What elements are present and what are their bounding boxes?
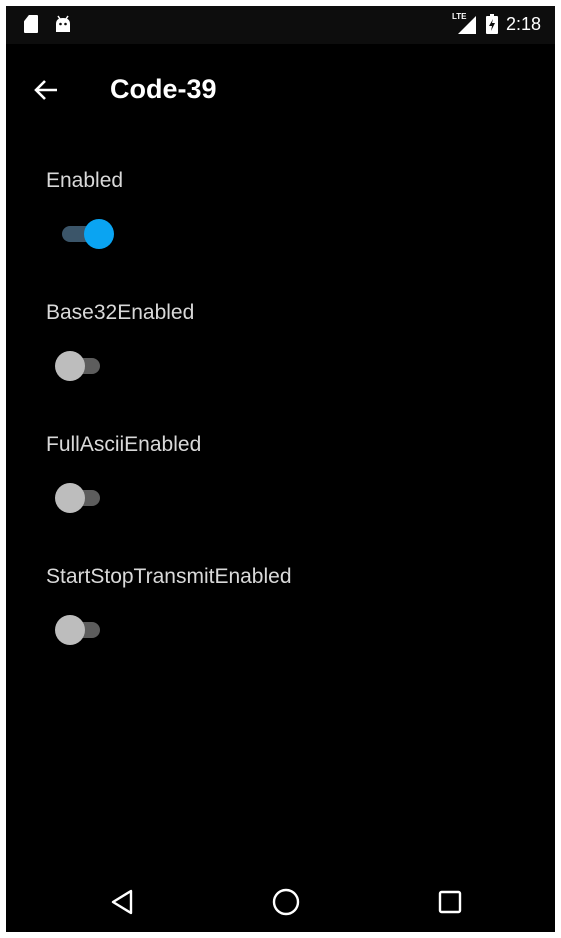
setting-enabled: Enabled [46, 166, 526, 298]
page-title: Code-39 [110, 74, 217, 104]
switch-thumb [55, 483, 85, 513]
lte-signal-icon: LTE [452, 12, 478, 36]
setting-start-stop-transmit-enabled: StartStopTransmitEnabled [46, 562, 526, 694]
status-right-icons: LTE 2:18 [452, 12, 541, 36]
sd-card-icon [24, 15, 38, 33]
enabled-switch[interactable] [50, 216, 114, 252]
circle-home-icon [272, 888, 300, 916]
back-button[interactable] [26, 70, 66, 110]
setting-label: FullAsciiEnabled [46, 433, 202, 456]
setting-label: Enabled [46, 169, 124, 192]
app-bar: Code-39 [6, 44, 555, 126]
app-screen: LTE 2:18 Code-39 Enabled Base32Enabled F… [6, 6, 555, 932]
arrow-left-icon [34, 80, 57, 100]
status-clock: 2:18 [505, 13, 541, 34]
settings-list: Enabled Base32Enabled FullAsciiEnabled S… [46, 166, 526, 694]
setting-label: StartStopTransmitEnabled [46, 565, 292, 588]
nav-back-button[interactable] [100, 880, 144, 924]
setting-label: Base32Enabled [46, 301, 195, 324]
status-left-icons [24, 15, 72, 33]
start-stop-transmit-enabled-switch[interactable] [50, 612, 106, 648]
battery-charging-icon [485, 14, 498, 34]
switch-thumb [55, 351, 85, 381]
switch-thumb [55, 615, 85, 645]
nav-recents-button[interactable] [428, 880, 472, 924]
base32-enabled-switch[interactable] [50, 348, 106, 384]
nav-home-button[interactable] [264, 880, 308, 924]
triangle-back-icon [111, 889, 133, 915]
android-icon [54, 15, 72, 33]
status-bar: LTE 2:18 [6, 6, 555, 44]
full-ascii-enabled-switch[interactable] [50, 480, 106, 516]
navigation-bar [6, 870, 555, 932]
setting-full-ascii-enabled: FullAsciiEnabled [46, 430, 526, 562]
setting-base32-enabled: Base32Enabled [46, 298, 526, 430]
switch-thumb [84, 219, 114, 249]
square-recents-icon [438, 890, 462, 914]
